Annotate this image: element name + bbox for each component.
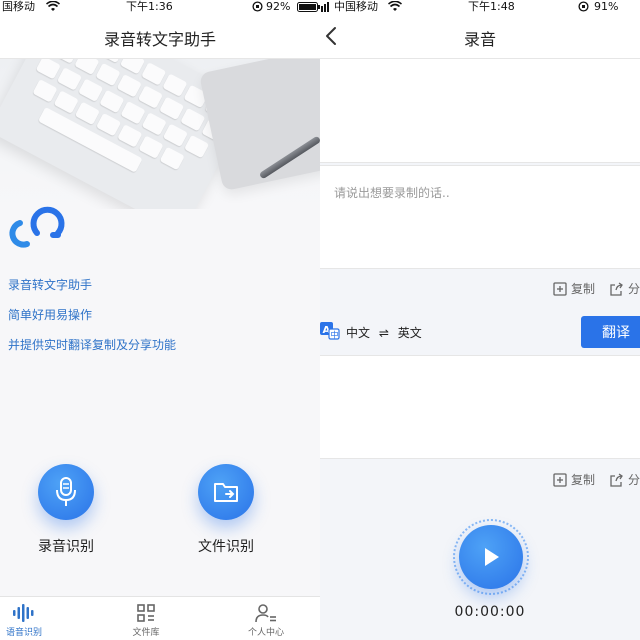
user-icon xyxy=(236,601,296,625)
play-button-ring xyxy=(453,519,529,595)
nav-bar: 录音转文字助手 xyxy=(0,14,320,59)
battery-percent: 92% xyxy=(266,0,291,13)
hero-image xyxy=(0,59,320,209)
recording-timer: 00:00:00 xyxy=(454,604,526,620)
share-icon xyxy=(610,281,623,296)
notebook-illustration xyxy=(198,59,320,192)
copy-button[interactable]: 复制 xyxy=(553,280,595,297)
file-recognition-label[interactable]: 文件识别 xyxy=(181,536,271,556)
tab-profile[interactable]: 个人中心 xyxy=(236,601,296,638)
tab-bar: 语音识别 文件库 个人中心 xyxy=(0,596,320,640)
target-language[interactable]: 英文 xyxy=(398,326,422,340)
tab-label: 个人中心 xyxy=(247,628,284,638)
status-bar: 中国移动 下午1:48 91% xyxy=(320,0,640,14)
share-label: 分 xyxy=(628,473,640,487)
right-screen: 中国移动 下午1:48 91% 录音 请说出想要录制的话.. 复制 分 A中 中… xyxy=(320,0,640,640)
language-selector[interactable]: 中文 ⇌ 英文 xyxy=(346,324,422,341)
translate-icon: A中 xyxy=(320,322,340,344)
battery-percent: 91% xyxy=(594,0,619,13)
page-title: 录音 xyxy=(463,30,496,49)
share-button-2[interactable]: 分 xyxy=(610,471,640,488)
recording-input-area[interactable]: 请说出想要录制的话.. xyxy=(320,165,640,269)
carrier-label: 中国移动 xyxy=(334,0,378,13)
swap-languages-icon[interactable]: ⇌ xyxy=(379,326,389,340)
translate-button[interactable]: 翻译 xyxy=(581,316,640,348)
status-bar: 国移动 下午1:36 92% xyxy=(0,0,320,14)
tab-label: 语音识别 xyxy=(5,628,42,638)
tab-voice-recognition[interactable]: 语音识别 xyxy=(0,601,54,638)
share-icon xyxy=(610,472,623,487)
top-blank-card xyxy=(320,59,640,163)
grid-icon xyxy=(116,601,176,625)
feature-line-3: 并提供实时翻译复制及分享功能 xyxy=(8,338,177,352)
record-recognition-button[interactable] xyxy=(38,464,94,520)
carrier-label: 国移动 xyxy=(2,0,35,13)
status-time: 下午1:36 xyxy=(126,0,173,13)
copy-icon xyxy=(553,472,567,487)
feature-line-1: 录音转文字助手 xyxy=(8,278,93,292)
nav-bar: 录音 xyxy=(320,14,640,59)
app-logo xyxy=(6,199,68,251)
left-screen: 国移动 下午1:36 92% 录音转文字助手 录音转文字助手 简单好用易操作 并… xyxy=(0,0,320,640)
copy-label: 复制 xyxy=(571,282,596,296)
feature-line-2: 简单好用易操作 xyxy=(8,308,93,322)
waveform-icon xyxy=(0,601,54,625)
share-button[interactable]: 分 xyxy=(610,280,640,297)
copy-icon xyxy=(553,281,567,296)
play-button[interactable] xyxy=(459,525,523,589)
play-icon xyxy=(485,548,499,566)
microphone-icon xyxy=(56,477,76,506)
input-placeholder: 请说出想要录制的话.. xyxy=(334,186,450,200)
folder-icon xyxy=(214,483,238,502)
file-recognition-button[interactable] xyxy=(198,464,254,520)
tab-label: 文件库 xyxy=(132,628,160,638)
svg-text:中: 中 xyxy=(331,330,339,340)
translation-output-area[interactable] xyxy=(320,355,640,459)
source-language[interactable]: 中文 xyxy=(346,326,370,340)
share-label: 分 xyxy=(628,282,640,296)
record-recognition-label[interactable]: 录音识别 xyxy=(21,536,111,556)
copy-label: 复制 xyxy=(571,473,596,487)
copy-button-2[interactable]: 复制 xyxy=(553,471,595,488)
tab-file-library[interactable]: 文件库 xyxy=(116,601,176,638)
status-time: 下午1:48 xyxy=(468,0,515,13)
page-title: 录音转文字助手 xyxy=(103,30,216,49)
